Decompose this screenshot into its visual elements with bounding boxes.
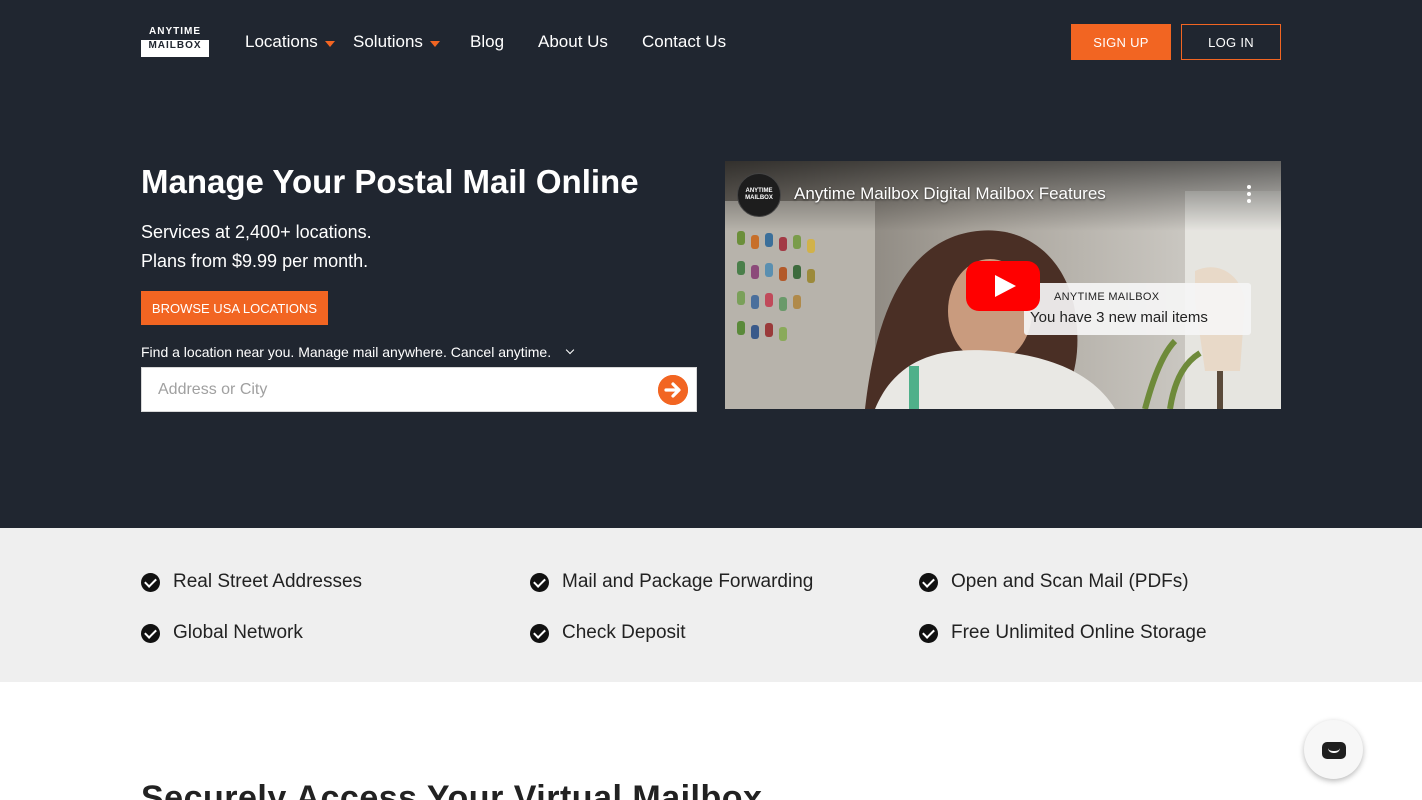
section-heading: Securely Access Your Virtual Mailbox xyxy=(141,779,763,800)
feature-item: Open and Scan Mail (PDFs) xyxy=(919,570,1189,594)
menu-dot xyxy=(1247,192,1251,196)
hero-title: Manage Your Postal Mail Online xyxy=(141,163,639,200)
nav-locations-label: Locations xyxy=(245,32,318,51)
notification-message: You have 3 new mail items xyxy=(1030,309,1208,326)
hero-subtitle-locations: Services at 2,400+ locations. xyxy=(141,222,372,242)
check-circle-icon xyxy=(919,572,938,592)
feature-item: Free Unlimited Online Storage xyxy=(919,621,1207,645)
feature-label: Open and Scan Mail (PDFs) xyxy=(951,571,1189,592)
address-city-input[interactable] xyxy=(142,368,642,411)
check-circle-icon xyxy=(530,572,549,592)
find-location-toggle[interactable]: Find a location near you. Manage mail an… xyxy=(141,341,575,363)
video-player[interactable]: ANYTIME MAILBOX Anytime Mailbox Digital … xyxy=(725,161,1281,409)
feature-label: Free Unlimited Online Storage xyxy=(951,622,1207,643)
features-band: Real Street Addresses Mail and Package F… xyxy=(0,528,1422,682)
play-icon[interactable] xyxy=(966,261,1040,311)
feature-label: Check Deposit xyxy=(562,622,686,643)
nav-blog[interactable]: Blog xyxy=(470,30,504,54)
feature-item: Mail and Package Forwarding xyxy=(530,570,813,594)
sign-up-button[interactable]: SIGN UP xyxy=(1071,24,1171,60)
check-circle-icon xyxy=(919,623,938,643)
logo-bottom-text: MAILBOX xyxy=(141,40,209,57)
arrow-right-circle-icon xyxy=(658,375,688,405)
nav-about-us-label: About Us xyxy=(538,32,608,51)
caret-down-icon xyxy=(324,40,335,47)
chat-widget-button[interactable] xyxy=(1304,720,1363,779)
nav-contact-us-label: Contact Us xyxy=(642,32,727,51)
location-search xyxy=(141,367,697,412)
menu-dot xyxy=(1247,199,1251,203)
find-location-text: Find a location near you. Manage mail an… xyxy=(141,344,552,360)
feature-item: Check Deposit xyxy=(530,621,686,645)
caret-down-icon xyxy=(429,40,440,47)
hero-section: ANYTIME MAILBOX Locations Solutions Blog… xyxy=(0,0,1422,528)
check-circle-icon xyxy=(530,623,549,643)
chevron-down-icon xyxy=(565,345,575,355)
feature-item: Real Street Addresses xyxy=(141,570,362,594)
logo-top-text: ANYTIME xyxy=(149,26,201,37)
nav-contact-us[interactable]: Contact Us xyxy=(642,30,726,54)
channel-avatar-text: ANYTIME MAILBOX xyxy=(745,188,773,201)
video-title[interactable]: Anytime Mailbox Digital Mailbox Features xyxy=(794,183,1106,205)
mail-notification-card: ANYTIME MAILBOX You have 3 new mail item… xyxy=(1024,283,1251,335)
nav-locations[interactable]: Locations xyxy=(245,30,335,54)
nav-solutions-label: Solutions xyxy=(353,32,423,51)
chat-icon xyxy=(1322,742,1346,759)
log-in-button[interactable]: LOG IN xyxy=(1181,24,1281,60)
menu-dot xyxy=(1247,185,1251,189)
nav-solutions[interactable]: Solutions xyxy=(353,30,440,54)
feature-item: Global Network xyxy=(141,621,303,645)
search-submit-button[interactable] xyxy=(658,375,688,405)
nav-about-us[interactable]: About Us xyxy=(538,30,608,54)
channel-avatar[interactable]: ANYTIME MAILBOX xyxy=(737,173,781,217)
anytime-mailbox-logo[interactable]: ANYTIME MAILBOX xyxy=(141,26,209,57)
feature-label: Mail and Package Forwarding xyxy=(562,571,814,592)
check-circle-icon xyxy=(141,572,160,592)
feature-label: Global Network xyxy=(173,622,303,643)
hero-subtitle-pricing: Plans from $9.99 per month. xyxy=(141,251,369,271)
nav-blog-label: Blog xyxy=(470,32,505,51)
feature-label: Real Street Addresses xyxy=(173,571,363,592)
notification-brand: ANYTIME MAILBOX xyxy=(1054,291,1160,303)
browse-usa-locations-button[interactable]: BROWSE USA LOCATIONS xyxy=(141,291,328,325)
check-circle-icon xyxy=(141,623,160,643)
more-vertical-icon[interactable] xyxy=(1244,185,1254,205)
